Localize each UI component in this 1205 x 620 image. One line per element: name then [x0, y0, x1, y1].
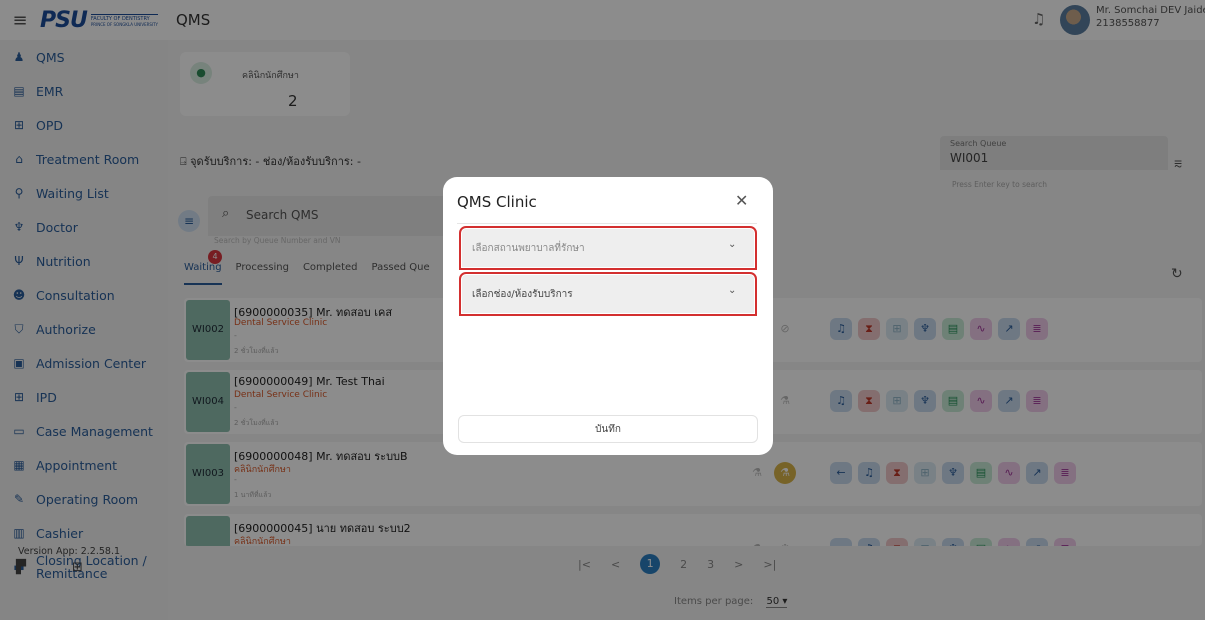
chevron-down-icon: ⌄ [728, 239, 737, 250]
hospital-select-placeholder: เลือกสถานพยาบาลที่รักษา [472, 243, 585, 254]
dialog-title: QMS Clinic [457, 193, 537, 211]
service-room-select-placeholder: เลือกช่อง/ห้องรับบริการ [472, 289, 573, 300]
chevron-down-icon: ⌄ [728, 285, 737, 296]
save-button[interactable]: บันทึก [458, 415, 758, 443]
close-icon[interactable]: ✕ [735, 191, 748, 210]
service-room-select[interactable]: เลือกช่อง/ห้องรับบริการ ⌄ [459, 272, 757, 316]
hospital-select[interactable]: เลือกสถานพยาบาลที่รักษา ⌄ [459, 226, 757, 270]
qms-clinic-dialog: QMS Clinic ✕ เลือกสถานพยาบาลที่รักษา ⌄ เ… [443, 177, 773, 455]
divider [457, 223, 757, 224]
